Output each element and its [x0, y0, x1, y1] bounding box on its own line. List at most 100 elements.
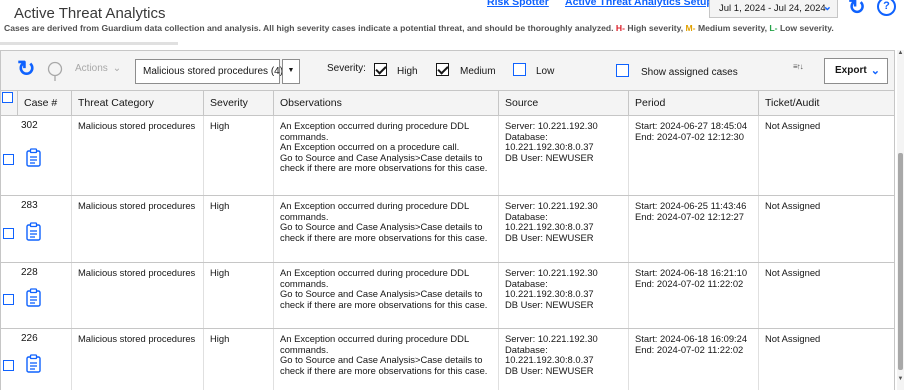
severity-high-checkbox[interactable] — [374, 63, 387, 76]
cell-source-line: DB User: NEWUSER — [505, 151, 594, 163]
row-checkbox[interactable] — [3, 228, 14, 239]
threat-analytics-setup-link[interactable]: Active Threat Analytics Setup — [565, 0, 713, 8]
cell-observations-line: Go to Source and Case Analysis>Case deta… — [280, 151, 488, 174]
table-row[interactable]: 302 Malicious stored procedures High An Exc… — [1, 116, 894, 196]
cell-source-line: DB User: NEWUSER — [505, 231, 594, 243]
severity-h-letter: H- — [615, 23, 625, 33]
cell-source-line: DB User: NEWUSER — [505, 298, 594, 310]
cell-observations-line: An Exception occurred during procedure D… — [280, 120, 469, 142]
cell-observations: An Exception occurred during procedure D… — [273, 329, 498, 390]
actions-label: Actions — [75, 63, 108, 74]
severity-medium-checkbox[interactable] — [436, 63, 449, 76]
severity-m-text: Medium severity, — [697, 23, 768, 33]
cell-source: Server: 10.221.192.30 Database: 10.221.192… — [498, 196, 628, 262]
clipboard-icon[interactable] — [26, 222, 41, 241]
severity-low-checkbox[interactable] — [513, 63, 526, 76]
column-header-observations[interactable]: Observations — [273, 91, 498, 116]
cell-period-line: End: 2024-07-02 11:22:02 — [635, 343, 744, 355]
clipboard-icon[interactable] — [26, 288, 41, 307]
clipboard-icon[interactable] — [26, 354, 41, 373]
case-number[interactable]: 226 — [21, 333, 38, 345]
severity-medium-label: Medium — [460, 66, 496, 77]
cell-severity: High — [203, 116, 273, 195]
export-button[interactable]: Export ⌄ — [824, 58, 888, 84]
cell-source: Server: 10.221.192.30 Database: 10.221.192… — [498, 329, 628, 390]
cell-observations-line: Go to Source and Case Analysis>Case deta… — [280, 288, 488, 310]
cell-severity: High — [203, 329, 273, 390]
cell-case: 283 — [1, 196, 71, 262]
cases-grid: ↻ Actions ⌄ Malicious stored procedures (… — [0, 50, 895, 390]
table-row[interactable]: 228 Malicious stored procedures High An Exc… — [1, 263, 894, 329]
cell-ticket: Not Assigned — [758, 263, 894, 328]
cell-period-line: Start: 2024-06-18 16:09:24 — [635, 333, 748, 344]
row-checkbox[interactable] — [3, 294, 14, 305]
page-title: Active Threat Analytics — [14, 5, 166, 22]
scrollbar-thumb[interactable] — [898, 153, 903, 370]
cell-source-line: DB User: NEWUSER — [505, 364, 594, 376]
page-header: Active Threat Analytics Cases are derive… — [0, 0, 904, 50]
threat-category-select[interactable]: Malicious stored procedures (4) — [135, 59, 284, 84]
help-icon[interactable]: ? — [877, 0, 896, 16]
cell-source-line: Server: 10.221.192.30 — [505, 200, 598, 211]
clipboard-icon[interactable] — [26, 148, 41, 167]
cell-source: Server: 10.221.192.30 Database: 10.221.192… — [498, 116, 628, 195]
severity-l-text: Low severity. — [779, 23, 834, 33]
table-row[interactable]: 283 Malicious stored procedures High An Exc… — [1, 196, 894, 263]
severity-l-letter: L- — [769, 23, 778, 33]
cell-period: Start: 2024-06-25 11:43:46 End: 2024-07-0… — [628, 196, 758, 262]
column-header-case[interactable]: Case # — [17, 91, 71, 116]
description-text: Cases are derived from Guardium data col… — [4, 23, 614, 33]
grid-toolbar: ↻ Actions ⌄ Malicious stored procedures (… — [1, 51, 894, 91]
column-header-ticket[interactable]: Ticket/Audit — [758, 91, 894, 116]
cell-period-line: Start: 2024-06-18 16:21:10 — [635, 267, 748, 278]
cell-category: Malicious stored procedures — [71, 196, 203, 262]
export-label: Export — [835, 65, 867, 76]
cell-period-line: Start: 2024-06-27 18:45:04 — [635, 120, 748, 131]
row-checkbox[interactable] — [3, 154, 14, 165]
filter-icon[interactable]: ≡↑↓ — [793, 62, 804, 71]
cell-period-line: End: 2024-07-02 12:12:30 — [635, 130, 744, 142]
caret-down-icon[interactable]: ▼ — [282, 59, 300, 84]
scroll-down-icon[interactable]: ▼ — [897, 376, 904, 382]
refresh-icon[interactable]: ↻ — [17, 56, 35, 82]
refresh-icon[interactable]: ↻ — [848, 0, 866, 20]
header-select-cell — [1, 91, 17, 116]
actions-menu[interactable]: Actions ⌄ — [75, 63, 121, 74]
cell-period: Start: 2024-06-18 16:09:24 End: 2024-07-0… — [628, 329, 758, 390]
show-assigned-label: Show assigned cases — [641, 67, 738, 78]
cell-source: Server: 10.221.192.30 Database: 10.221.192… — [498, 263, 628, 328]
column-header-source[interactable]: Source — [498, 91, 628, 116]
cell-observations-line: Go to Source and Case Analysis>Case deta… — [280, 221, 488, 243]
cell-ticket: Not Assigned — [758, 329, 894, 390]
cell-period: Start: 2024-06-18 16:21:10 End: 2024-07-0… — [628, 263, 758, 328]
case-number[interactable]: 283 — [21, 200, 38, 212]
date-range-picker[interactable]: Jul 1, 2024 - Jul 24, 2024 ⌄ — [709, 0, 838, 18]
cell-category: Malicious stored procedures — [71, 329, 203, 390]
cell-period-line: Start: 2024-06-25 11:43:46 — [635, 200, 747, 211]
show-assigned-checkbox[interactable] — [616, 64, 629, 77]
risk-spotter-link[interactable]: Risk Spotter — [487, 0, 549, 8]
cell-observations-line: Go to Source and Case Analysis>Case deta… — [280, 354, 488, 376]
severity-h-text: High severity, — [627, 23, 684, 33]
row-checkbox[interactable] — [3, 360, 14, 371]
cell-category: Malicious stored procedures — [71, 263, 203, 328]
cell-observations: An Exception occurred during procedure D… — [273, 196, 498, 262]
cell-period-line: End: 2024-07-02 11:22:02 — [635, 277, 744, 289]
column-header-category[interactable]: Threat Category — [71, 91, 203, 116]
cell-category: Malicious stored procedures — [71, 116, 203, 195]
scroll-up-icon[interactable]: ▲ — [897, 50, 904, 56]
cell-observations: An Exception occurred during procedure D… — [273, 263, 498, 328]
case-number[interactable]: 228 — [21, 267, 38, 279]
cell-observations-line: An Exception occurred during procedure D… — [280, 333, 469, 355]
table-row[interactable]: 226 Malicious stored procedures High An Exc… — [1, 329, 894, 390]
select-all-checkbox[interactable] — [2, 92, 13, 103]
case-number[interactable]: 302 — [21, 120, 38, 132]
threat-category-value: Malicious stored procedures (4) — [143, 66, 284, 77]
date-range-value: Jul 1, 2024 - Jul 24, 2024 — [719, 3, 826, 14]
column-header-severity[interactable]: Severity — [203, 91, 273, 116]
cell-source-line: Server: 10.221.192.30 — [505, 333, 598, 344]
column-header-period[interactable]: Period — [628, 91, 758, 116]
search-icon[interactable] — [46, 60, 66, 82]
page-description: Cases are derived from Guardium data col… — [4, 23, 834, 33]
tab-underline — [0, 42, 178, 45]
